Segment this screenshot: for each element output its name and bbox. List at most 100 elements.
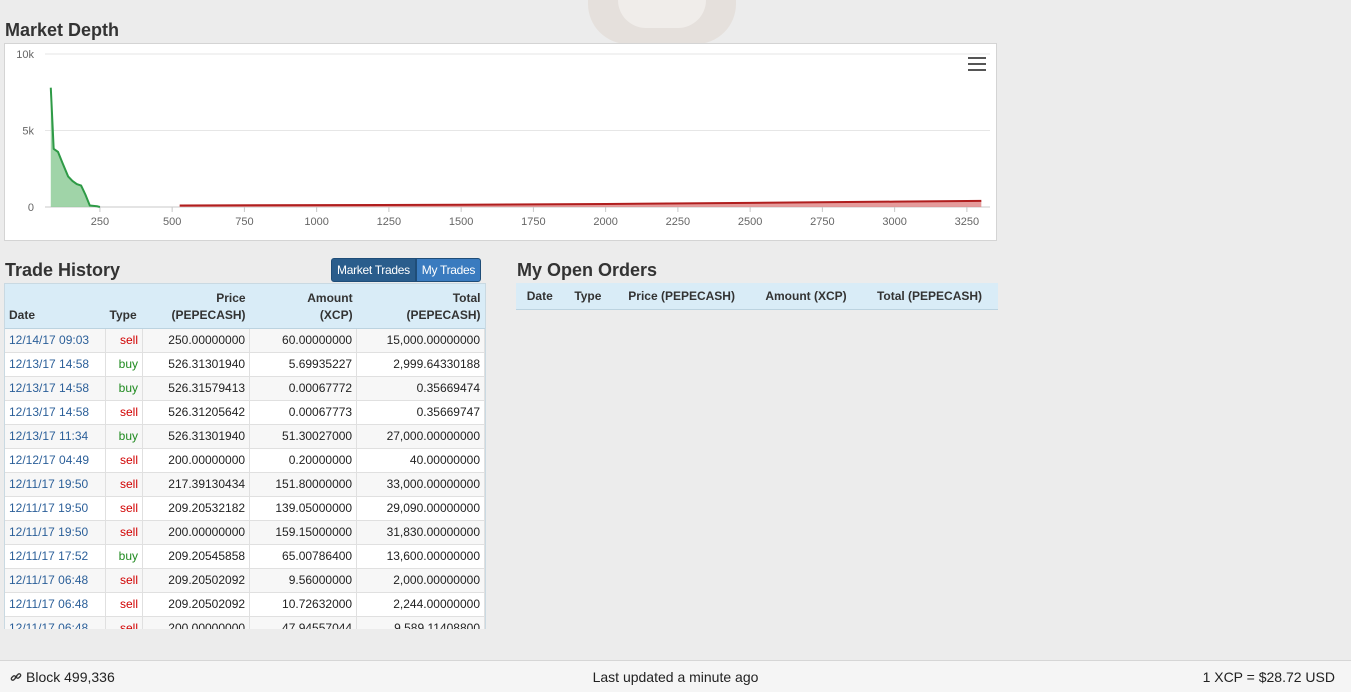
trade-date[interactable]: 12/11/17 19:50 (5, 520, 106, 545)
trade-total: 0.35669747 (356, 400, 485, 425)
trade-total: 2,999.64330188 (356, 352, 485, 377)
trade-total: 33,000.00000000 (356, 472, 485, 497)
table-row: 12/11/17 19:50 sell 217.39130434 151.800000… (5, 472, 485, 497)
trade-type: buy (105, 424, 143, 449)
table-row: 12/13/17 14:58 sell 526.31205642 0.00067773… (5, 400, 485, 425)
trade-history-title: Trade History (5, 260, 121, 280)
column-header: Type (105, 284, 143, 329)
x-tick-label: 1000 (304, 216, 328, 228)
trade-total: 29,090.00000000 (356, 496, 485, 521)
trade-total: 2,000.00000000 (356, 568, 485, 593)
trade-type: sell (105, 568, 143, 593)
trade-date[interactable]: 12/13/17 14:58 (5, 352, 106, 377)
x-tick-label: 1500 (449, 216, 473, 228)
my-trades-button[interactable]: My Trades (415, 258, 482, 282)
column-header: Price (PEPECASH) (142, 284, 250, 329)
trade-type: sell (105, 592, 143, 617)
trade-total: 40.00000000 (356, 448, 485, 473)
trade-type: buy (105, 544, 143, 569)
trade-amount: 0.20000000 (249, 448, 358, 473)
open-orders-title: My Open Orders (517, 260, 658, 280)
column-header-line2: (XCP) (319, 308, 353, 322)
trade-total: 2,244.00000000 (356, 592, 485, 617)
market-trades-button[interactable]: Market Trades (331, 258, 416, 282)
column-header-line1: Amount (307, 291, 353, 305)
table-row: 12/11/17 19:50 sell 200.00000000 159.150000… (5, 520, 485, 545)
trade-date[interactable]: 12/13/17 11:34 (5, 424, 106, 449)
column-header-line2: (PEPECASH) (406, 308, 481, 322)
trade-type: sell (105, 472, 143, 497)
chart-menu-icon[interactable] (968, 57, 986, 71)
trade-date[interactable]: 12/13/17 14:58 (5, 400, 106, 425)
open-orders-header: Date Type Price (PEPECASH) Amount (XCP) Tota… (516, 283, 998, 310)
table-row: 12/13/17 11:34 buy 526.31301940 51.30027000… (5, 424, 485, 449)
footer: Block 499,336 Last updated a minute ago … (0, 660, 1351, 692)
trade-price: 526.31579413 (142, 376, 251, 401)
xcp-rate: 1 XCP = $28.72 USD (1202, 669, 1335, 685)
column-header-line1 (110, 290, 139, 307)
trade-date[interactable]: 12/11/17 17:52 (5, 544, 106, 569)
column-header-line1: Total (452, 291, 481, 305)
y-tick-label: 0 (28, 202, 34, 214)
trade-history-table: Date Type Price (PEPECASH) Amount (XCP) Total… (5, 284, 485, 629)
trade-type: sell (105, 448, 143, 473)
x-tick-label: 2750 (810, 216, 834, 228)
depth-chart-svg: 0 5k 10k 250 500 750 1000 1250 1500 1750 2000 2250 2… (16, 49, 990, 228)
trade-price: 209.20545858 (142, 544, 251, 569)
trade-amount: 139.05000000 (249, 496, 358, 521)
market-depth-chart: 0 5k 10k 250 500 750 1000 1250 1500 1750 2000 2250 2… (4, 43, 997, 241)
y-tick-label: 10k (16, 49, 34, 61)
trade-date[interactable]: 12/11/17 06:48 (5, 592, 106, 617)
table-row: 12/13/17 14:58 buy 526.31579413 0.00067772 0… (5, 376, 485, 401)
trade-date[interactable]: 12/13/17 14:58 (5, 376, 106, 401)
open-orders-column-header: Price (PEPECASH) (612, 283, 751, 310)
last-updated: Last updated a minute ago (592, 669, 759, 685)
bids-area (50, 87, 100, 207)
trade-history-header: Date Type Price (PEPECASH) Amount (XCP) Total… (5, 284, 485, 329)
trade-date[interactable]: 12/11/17 06:48 (5, 616, 106, 629)
trade-price: 209.20502092 (142, 568, 251, 593)
trade-history-table-wrap[interactable]: Date Type Price (PEPECASH) Amount (XCP) Total… (4, 283, 486, 629)
market-depth-title: Market Depth (5, 20, 120, 40)
trade-type: sell (105, 328, 143, 353)
mascot-mouth (618, 0, 706, 28)
table-row: 12/12/17 04:49 sell 200.00000000 0.20000000… (5, 448, 485, 473)
open-orders-column-header: Amount (XCP) (750, 283, 862, 310)
trade-date[interactable]: 12/11/17 19:50 (5, 472, 106, 497)
x-tick-label: 1250 (377, 216, 401, 228)
trade-total: 31,830.00000000 (356, 520, 485, 545)
table-row: 12/11/17 06:48 sell 200.00000000 47.9455704… (5, 616, 485, 629)
table-row: 12/11/17 06:48 sell 209.20502092 9.56000000… (5, 568, 485, 593)
column-header-line1 (9, 290, 102, 307)
trade-total: 0.35669474 (356, 376, 485, 401)
trade-amount: 151.80000000 (249, 472, 358, 497)
y-tick-label: 5k (22, 126, 34, 138)
trade-date[interactable]: 12/11/17 06:48 (5, 568, 106, 593)
trade-date[interactable]: 12/14/17 09:03 (5, 328, 106, 353)
trade-price: 200.00000000 (142, 448, 251, 473)
trade-total: 15,000.00000000 (356, 328, 485, 353)
column-header: Date (5, 284, 106, 329)
table-row: 12/14/17 09:03 sell 250.00000000 60.0000000… (5, 328, 485, 353)
trade-type: sell (105, 400, 143, 425)
table-row: 12/11/17 17:52 buy 209.20545858 65.00786400… (5, 544, 485, 569)
trade-amount: 60.00000000 (249, 328, 358, 353)
trade-amount: 9.56000000 (249, 568, 358, 593)
trade-amount: 159.15000000 (249, 520, 358, 545)
trade-price: 200.00000000 (142, 520, 251, 545)
trade-price: 200.00000000 (142, 616, 251, 629)
x-tick-label: 2250 (666, 216, 690, 228)
trade-amount: 65.00786400 (249, 544, 358, 569)
trade-type: sell (105, 520, 143, 545)
trade-date[interactable]: 12/11/17 19:50 (5, 496, 106, 521)
open-orders-column-header: Date (516, 283, 564, 310)
trade-total: 27,000.00000000 (356, 424, 485, 449)
open-orders-table: Date Type Price (PEPECASH) Amount (XCP) Tota… (516, 283, 998, 310)
trade-amount: 0.00067772 (249, 376, 358, 401)
open-orders-table-wrap: Date Type Price (PEPECASH) Amount (XCP) Tota… (516, 283, 998, 310)
trade-history-body: 12/14/17 09:03 sell 250.00000000 60.0000000… (5, 328, 485, 629)
trade-date[interactable]: 12/12/17 04:49 (5, 448, 106, 473)
open-orders-column-header: Total (PEPECASH) (861, 283, 998, 310)
column-header-line1: Price (216, 291, 246, 305)
column-header: Total (PEPECASH) (356, 284, 485, 329)
